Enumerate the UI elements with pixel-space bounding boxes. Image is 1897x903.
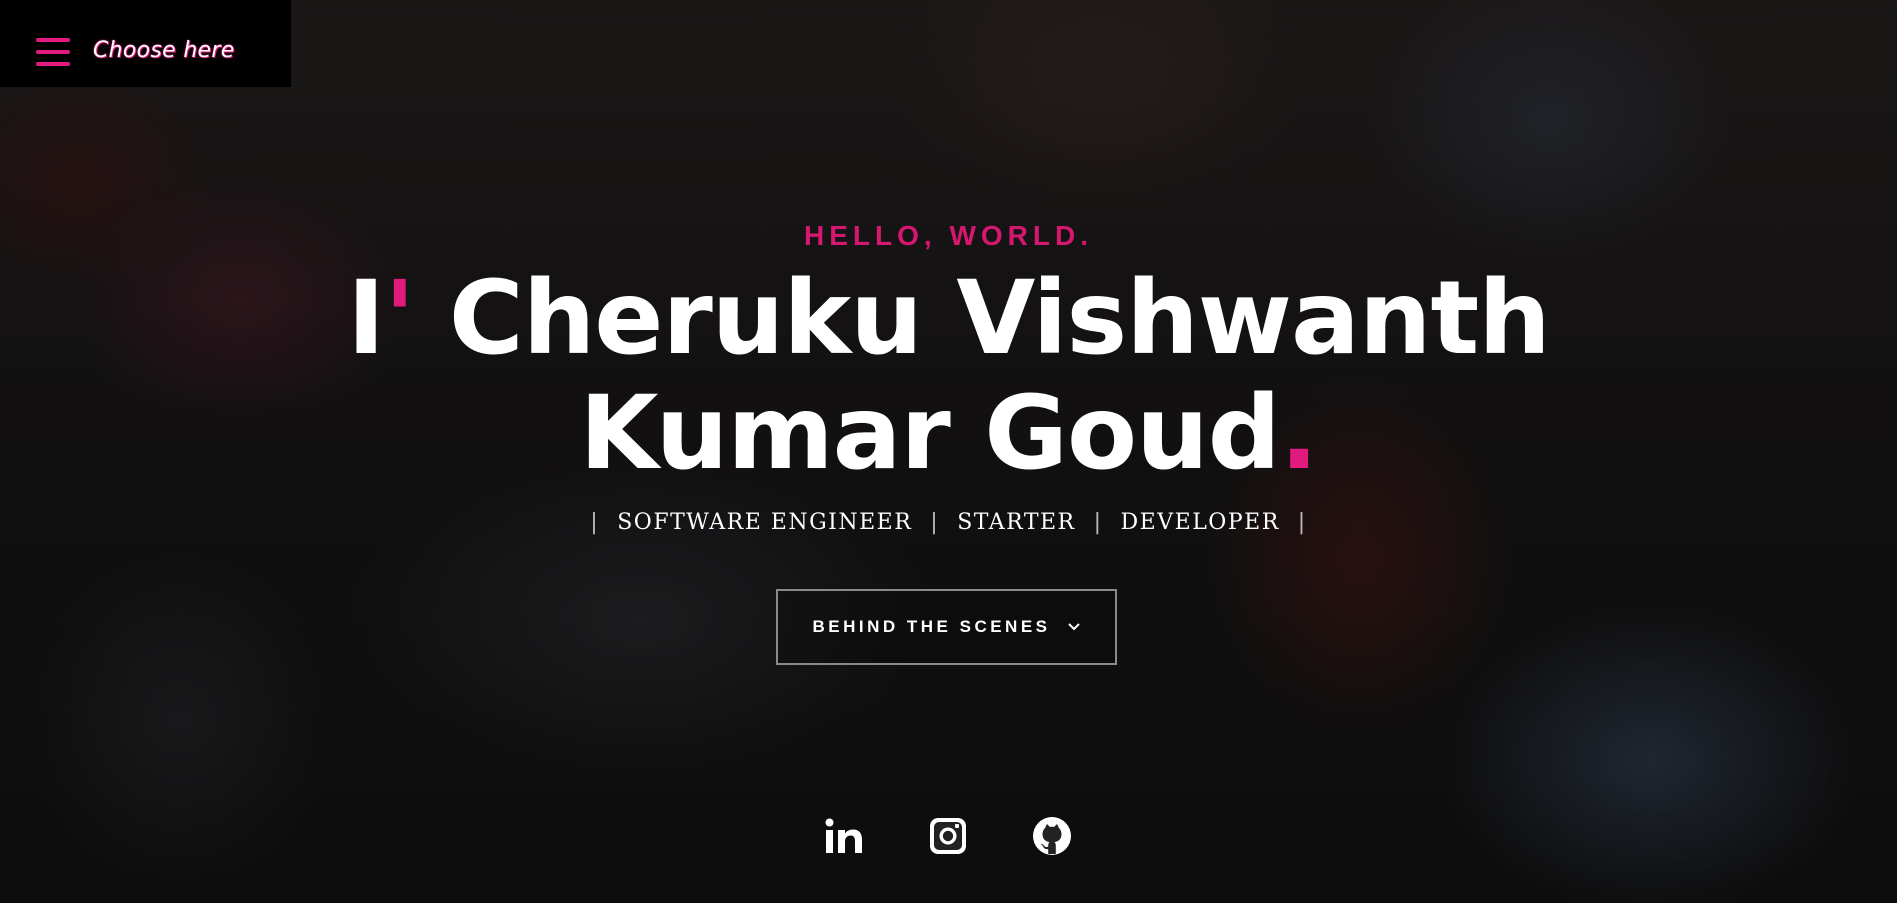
linkedin-icon[interactable] — [823, 815, 865, 857]
name-line-2-text: Kumar Goud — [579, 374, 1281, 493]
hamburger-menu-icon[interactable] — [36, 38, 70, 66]
hero-content: HELLO, WORLD. I' Cheruku Vishwanth Kumar… — [0, 0, 1897, 903]
role-item: SOFTWARE ENGINEER — [617, 510, 913, 535]
name-end-dot: . — [1279, 374, 1319, 493]
social-links — [823, 815, 1073, 857]
cta-label: BEHIND THE SCENES — [812, 617, 1051, 636]
name-prefix: I — [347, 259, 385, 378]
role-item: STARTER — [957, 510, 1076, 535]
role-separator: | — [590, 510, 600, 535]
role-separator: | — [1093, 510, 1103, 535]
menu-label[interactable]: Choose here — [93, 38, 235, 63]
name-heading-line-2: Kumar Goud. — [0, 377, 1897, 491]
github-icon[interactable] — [1031, 815, 1073, 857]
roles-tagline: | SOFTWARE ENGINEER | STARTER | DEVELOPER | — [0, 510, 1897, 535]
instagram-icon[interactable] — [927, 815, 969, 857]
name-line-1-text: Cheruku Vishwanth — [414, 259, 1551, 378]
role-item: DEVELOPER — [1120, 510, 1280, 535]
greeting-text: HELLO, WORLD. — [804, 220, 1093, 251]
role-separator: | — [1297, 510, 1307, 535]
menu-bar[interactable]: Choose here — [0, 0, 291, 87]
name-apostrophe: ' — [384, 259, 415, 378]
behind-the-scenes-button[interactable]: BEHIND THE SCENES — [776, 589, 1117, 665]
chevron-down-icon — [1067, 620, 1081, 634]
role-separator: | — [930, 510, 940, 535]
name-heading-line-1: I' Cheruku Vishwanth — [0, 262, 1897, 376]
